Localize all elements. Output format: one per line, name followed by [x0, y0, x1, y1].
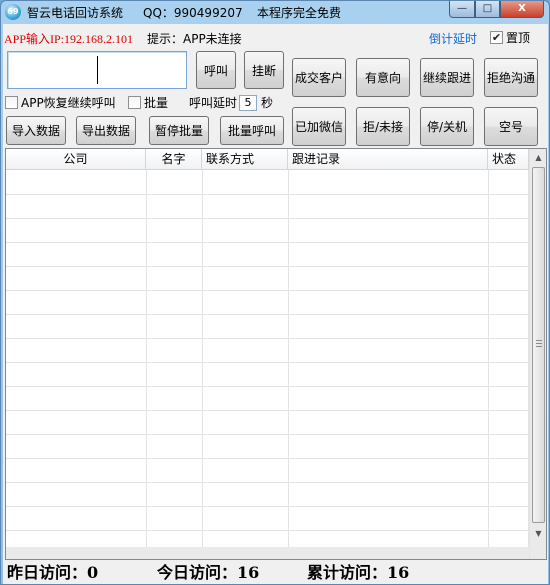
grip-line [536, 346, 542, 347]
qq-number: QQ：990499207 [143, 6, 243, 20]
free-notice: 本程序完全免费 [257, 6, 342, 20]
pause-batch-button[interactable]: 暂停批量 [149, 116, 209, 145]
resume-check-icon [5, 96, 18, 109]
export-data-button[interactable]: 导出数据 [76, 116, 136, 145]
column-header-followup[interactable]: 跟进记录 [288, 149, 488, 170]
column-divider [488, 170, 489, 559]
row-divider [6, 314, 528, 315]
scroll-down-icon[interactable]: ▼ [531, 525, 546, 542]
row-divider [6, 434, 528, 435]
main-panel: APP输入IP:192.168.2.101 提示：APP未连接 倒计延时 ✔ 置… [3, 24, 548, 584]
pin-on-top-checkbox[interactable]: ✔ 置顶 [490, 29, 530, 46]
column-divider [146, 170, 147, 559]
horizontal-scrollbar[interactable] [6, 547, 529, 559]
batch-check-icon [128, 96, 141, 109]
call-button[interactable]: 呼叫 [196, 51, 236, 89]
row-divider [6, 290, 528, 291]
row-divider [6, 242, 528, 243]
interested-button[interactable]: 有意向 [356, 58, 410, 97]
column-divider [288, 170, 289, 559]
row-divider [6, 266, 528, 267]
maximize-button[interactable]: □ [475, 1, 500, 18]
empty-number-button[interactable]: 空号 [484, 107, 538, 146]
hangup-button[interactable]: 挂断 [244, 51, 284, 89]
vertical-scrollbar[interactable]: ▲ ▼ [529, 149, 546, 559]
minimize-button[interactable]: — [449, 1, 475, 18]
app-ip-label: APP输入IP:192.168.2.101 [4, 32, 134, 46]
customer-table[interactable]: 公司 名字 联系方式 跟进记录 状态 ▲ ▼ [5, 148, 547, 560]
wechat-added-button[interactable]: 已加微信 [292, 107, 346, 146]
phone-number-input[interactable] [7, 51, 187, 89]
call-delay-input[interactable]: 5 [239, 94, 258, 111]
scroll-up-icon[interactable]: ▲ [531, 149, 546, 166]
import-data-button[interactable]: 导入数据 [6, 116, 66, 145]
app-window: 69 智云电话回访系统 QQ：990499207 本程序完全免费 — □ X A… [0, 0, 550, 585]
call-delay-label: 呼叫延时 [189, 96, 238, 110]
app-resume-checkbox[interactable]: APP恢复继续呼叫 [5, 94, 116, 111]
today-visits: 今日访问：16 [157, 563, 260, 582]
refused-unanswered-button[interactable]: 拒/未接 [356, 107, 410, 146]
text-cursor [97, 56, 98, 84]
deal-customer-button[interactable]: 成交客户 [292, 58, 346, 97]
call-delay-unit: 秒 [261, 96, 274, 110]
yesterday-visits: 昨日访问：0 [7, 563, 99, 582]
column-header-name[interactable]: 名字 [146, 149, 202, 170]
row-divider [6, 506, 528, 507]
batch-checkbox[interactable]: 批量 [128, 94, 168, 111]
row-divider [6, 482, 528, 483]
app-icon: 69 [5, 4, 21, 20]
grip-line [536, 343, 542, 344]
countdown-delay-link[interactable]: 倒计延时 [429, 30, 477, 47]
status-bar: 昨日访问：0 今日访问：16 累计访问：16 [5, 562, 545, 584]
column-header-company[interactable]: 公司 [6, 149, 146, 170]
connection-hint: 提示：APP未连接 [147, 32, 242, 46]
window-title: 智云电话回访系统 [27, 6, 124, 20]
row-divider [6, 338, 528, 339]
row-divider [6, 410, 528, 411]
pin-label: 置顶 [506, 31, 531, 45]
follow-up-button[interactable]: 继续跟进 [420, 58, 474, 97]
column-header-contact[interactable]: 联系方式 [202, 149, 288, 170]
title-bar[interactable]: 69 智云电话回访系统 QQ：990499207 本程序完全免费 — □ X [1, 1, 549, 23]
total-visits: 累计访问：16 [307, 563, 410, 582]
refuse-talk-button[interactable]: 拒绝沟通 [484, 58, 538, 97]
grip-line [536, 340, 542, 341]
app-resume-label: APP恢复继续呼叫 [21, 96, 116, 110]
row-divider [6, 218, 528, 219]
batch-label: 批量 [144, 96, 169, 110]
pin-check-icon: ✔ [490, 31, 503, 44]
column-header-status[interactable]: 状态 [488, 149, 529, 170]
stopped-off-button[interactable]: 停/关机 [420, 107, 474, 146]
scroll-thumb[interactable] [532, 167, 545, 523]
column-divider [202, 170, 203, 559]
row-divider [6, 386, 528, 387]
call-delay-group: 呼叫延时 5 秒 [189, 94, 273, 111]
row-divider [6, 194, 528, 195]
close-button[interactable]: X [500, 1, 544, 18]
batch-call-button[interactable]: 批量呼叫 [220, 116, 284, 145]
row-divider [6, 362, 528, 363]
row-divider [6, 530, 528, 531]
row-divider [6, 458, 528, 459]
